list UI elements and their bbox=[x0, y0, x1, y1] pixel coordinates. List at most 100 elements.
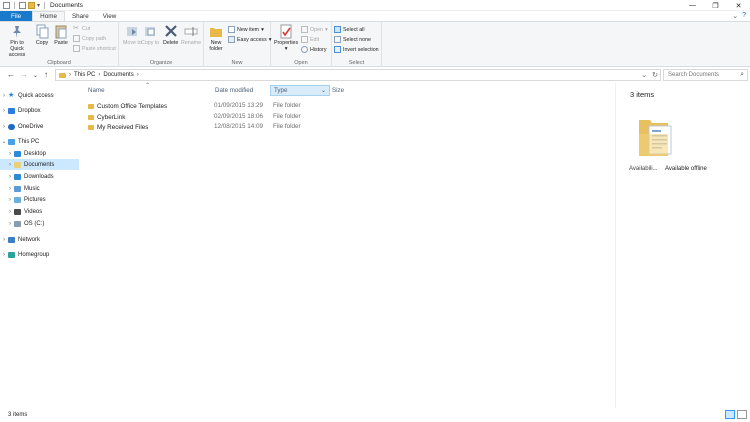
group-label: New bbox=[231, 60, 243, 66]
new-group: New folder New item ▾ Easy access ▾ New bbox=[204, 22, 271, 67]
folder-icon bbox=[88, 114, 94, 120]
search-input[interactable]: Search Documents ⌕ bbox=[663, 69, 748, 81]
folder-icon bbox=[88, 103, 94, 109]
group-label: Organize bbox=[149, 60, 173, 66]
sidebar-item-pictures[interactable]: › Pictures bbox=[0, 194, 79, 205]
select-all-button[interactable]: Select all bbox=[334, 26, 365, 33]
new-item-button[interactable]: New item ▾ bbox=[228, 26, 264, 33]
sidebar-item-this-pc[interactable]: ⌄ This PC bbox=[0, 136, 79, 147]
tab-view[interactable]: View bbox=[96, 11, 124, 21]
sidebar-item-homegroup[interactable]: › Homegroup bbox=[0, 249, 79, 260]
tab-share[interactable]: Share bbox=[65, 11, 96, 21]
chevron-down-icon[interactable]: ⌄ bbox=[0, 138, 8, 145]
chevron-right-icon[interactable]: › bbox=[0, 237, 8, 243]
qat-dropdown-icon[interactable]: ▾ bbox=[37, 2, 40, 9]
cloud-icon bbox=[8, 123, 15, 130]
sidebar-item-documents[interactable]: › Documents bbox=[0, 159, 79, 170]
refresh-icon[interactable]: ↻ bbox=[652, 71, 658, 79]
chevron-right-icon[interactable]: › bbox=[0, 124, 8, 130]
delete-button[interactable]: Delete bbox=[163, 24, 178, 46]
up-button[interactable]: ↑ bbox=[44, 70, 48, 79]
copy-to-button[interactable]: Copy to bbox=[141, 24, 159, 46]
table-row[interactable]: CyberLink bbox=[88, 112, 125, 122]
file-list: ⌃ Name Date modified Type ⌄ Size Custom … bbox=[79, 83, 615, 408]
chevron-right-icon[interactable]: › bbox=[6, 186, 14, 192]
sidebar-item-network[interactable]: › Network bbox=[0, 234, 79, 245]
maximize-button[interactable]: ❐ bbox=[704, 0, 727, 11]
navigation-pane: › ★ Quick access › Dropbox › OneDrive ⌄ … bbox=[0, 85, 79, 408]
paste-button[interactable]: Paste bbox=[54, 24, 68, 46]
invert-selection-button[interactable]: Invert selection bbox=[334, 46, 379, 53]
table-row[interactable]: My Received Files bbox=[88, 122, 148, 132]
star-icon: ★ bbox=[8, 91, 15, 99]
breadcrumb-this-pc[interactable]: This PC bbox=[74, 72, 95, 78]
tab-file[interactable]: File bbox=[0, 11, 33, 21]
chevron-down-icon[interactable]: ⌄ bbox=[321, 87, 326, 94]
chevron-right-icon[interactable]: › bbox=[6, 174, 14, 180]
sidebar-item-onedrive[interactable]: › OneDrive bbox=[0, 121, 79, 132]
ribbon-collapse-icon[interactable]: ⌄ bbox=[732, 12, 738, 20]
rename-button[interactable]: Rename bbox=[181, 24, 201, 46]
sidebar-item-music[interactable]: › Music bbox=[0, 183, 79, 194]
paste-shortcut-button[interactable]: Paste shortcut bbox=[73, 45, 116, 52]
move-to-button[interactable]: Move to bbox=[123, 24, 142, 46]
help-icon[interactable]: ? bbox=[742, 12, 746, 20]
edit-button[interactable]: Edit bbox=[301, 36, 319, 43]
chevron-right-icon[interactable]: › bbox=[6, 162, 14, 168]
column-header-date[interactable]: Date modified bbox=[206, 85, 270, 96]
chevron-right-icon[interactable]: › bbox=[6, 151, 14, 157]
cut-button[interactable]: ✂ Cut bbox=[73, 25, 90, 32]
column-header-type[interactable]: Type ⌄ bbox=[270, 85, 330, 96]
select-none-button[interactable]: Select none bbox=[334, 36, 371, 43]
sidebar-item-downloads[interactable]: › Downloads bbox=[0, 171, 79, 182]
app-icon[interactable] bbox=[3, 1, 10, 9]
open-icon bbox=[301, 26, 308, 33]
delete-icon bbox=[164, 25, 177, 37]
forward-button[interactable]: → bbox=[20, 70, 28, 79]
copy-button[interactable]: Copy bbox=[35, 24, 49, 46]
new-folder-icon[interactable] bbox=[28, 1, 35, 9]
availability-label: Availabili... bbox=[629, 166, 658, 172]
new-folder-icon bbox=[210, 28, 222, 37]
recent-locations-button[interactable]: ⌄ bbox=[33, 72, 38, 79]
properties-icon[interactable] bbox=[19, 1, 26, 9]
pin-quick-access-button[interactable]: Pin to Quick access bbox=[3, 24, 31, 58]
tab-home[interactable]: Home bbox=[32, 11, 65, 21]
open-button[interactable]: Open ▾ bbox=[301, 26, 328, 33]
new-folder-button[interactable]: New folder bbox=[208, 24, 224, 52]
download-icon bbox=[14, 173, 21, 180]
sidebar-item-quick-access[interactable]: › ★ Quick access bbox=[0, 90, 79, 101]
back-button[interactable]: ← bbox=[7, 70, 15, 79]
sidebar-item-os-drive[interactable]: › OS (C:) bbox=[0, 218, 79, 229]
chevron-right-icon[interactable]: › bbox=[0, 93, 8, 99]
chevron-right-icon[interactable]: › bbox=[0, 252, 8, 258]
videos-icon bbox=[14, 208, 21, 215]
folder-icon bbox=[59, 72, 66, 78]
column-header-name[interactable]: Name bbox=[79, 85, 206, 96]
chevron-right-icon[interactable]: › bbox=[6, 221, 14, 227]
table-row[interactable]: Custom Office Templates bbox=[88, 101, 167, 111]
details-view-icon[interactable] bbox=[725, 410, 735, 419]
search-icon: ⌕ bbox=[740, 71, 744, 78]
chevron-right-icon[interactable]: › bbox=[6, 209, 14, 215]
easy-access-button[interactable]: Easy access ▾ bbox=[228, 36, 271, 43]
properties-button[interactable]: Properties ▾ bbox=[274, 24, 298, 52]
select-none-icon bbox=[334, 36, 341, 43]
chevron-right-icon[interactable]: › bbox=[0, 108, 8, 114]
sidebar-item-videos[interactable]: › Videos bbox=[0, 206, 79, 217]
close-button[interactable]: ✕ bbox=[727, 0, 750, 11]
invert-selection-icon bbox=[334, 46, 341, 53]
minimize-button[interactable]: — bbox=[681, 0, 704, 11]
copy-path-button[interactable]: Copy path bbox=[73, 35, 106, 42]
large-icons-view-icon[interactable] bbox=[737, 410, 747, 419]
address-field[interactable]: › This PC › Documents › ⌄ ↻ bbox=[55, 69, 661, 81]
type-cell: File folder bbox=[273, 113, 301, 120]
chevron-right-icon[interactable]: › bbox=[6, 197, 14, 203]
column-header-size[interactable]: Size bbox=[330, 85, 370, 96]
history-button[interactable]: History bbox=[301, 46, 326, 53]
address-dropdown-icon[interactable]: ⌄ bbox=[641, 71, 647, 79]
sidebar-item-dropbox[interactable]: › Dropbox bbox=[0, 105, 79, 116]
organize-group: Move to Copy to Delete Rename Organize bbox=[119, 22, 204, 67]
breadcrumb-documents[interactable]: Documents bbox=[103, 72, 133, 78]
sidebar-item-desktop[interactable]: › Desktop bbox=[0, 148, 79, 159]
